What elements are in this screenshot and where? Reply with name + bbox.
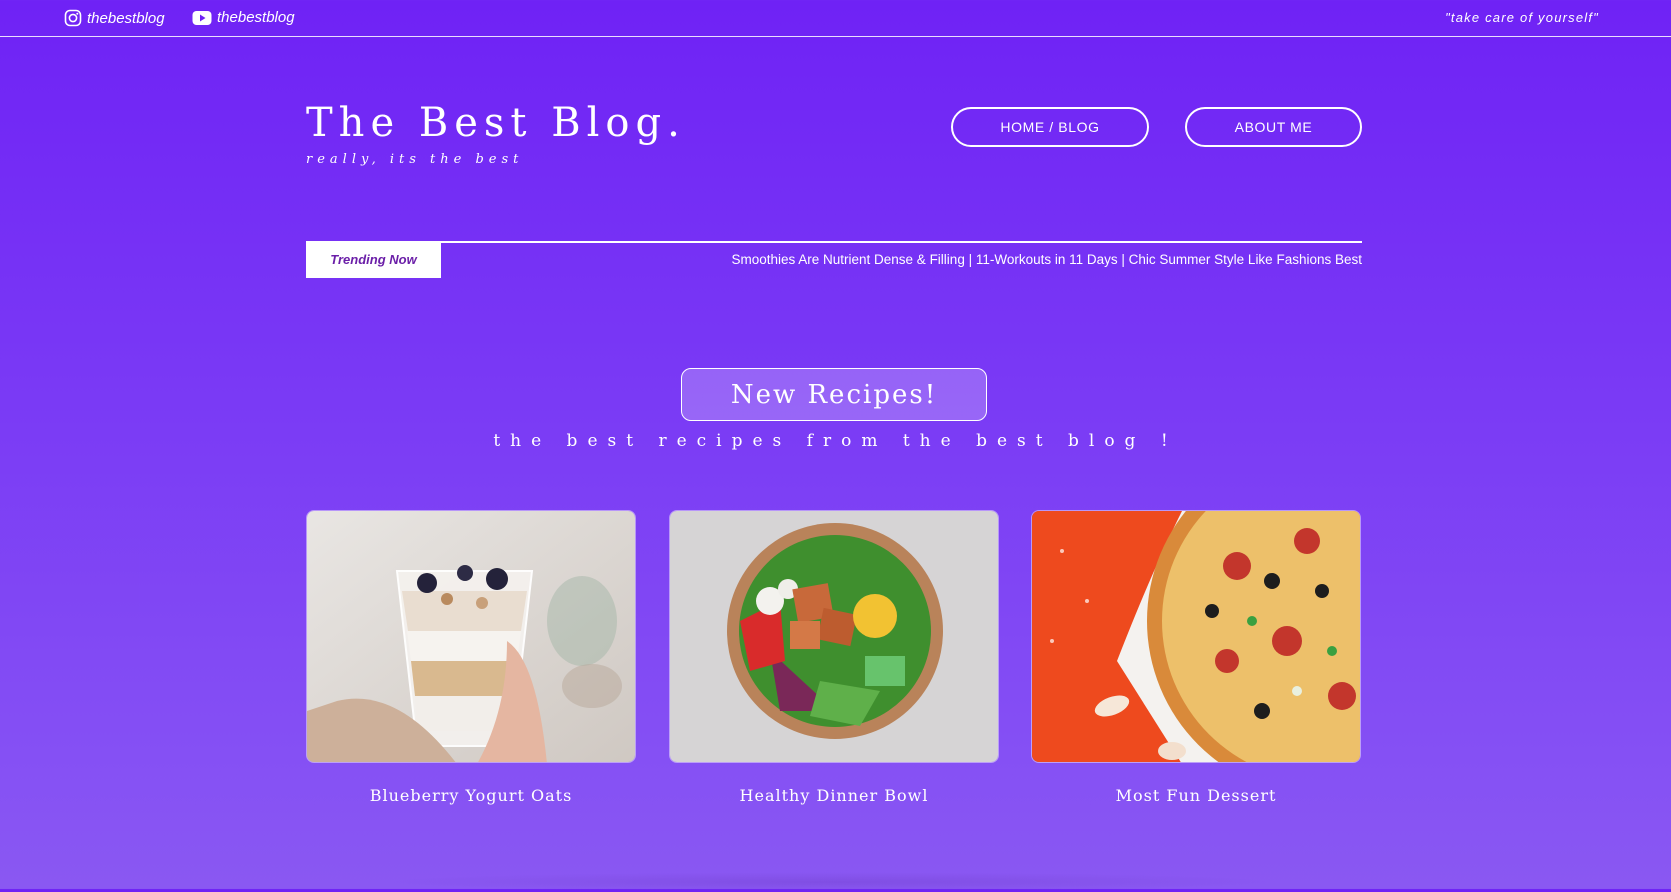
youtube-icon <box>192 10 212 25</box>
trending-headlines[interactable]: Smoothies Are Nutrient Dense & Filling |… <box>731 252 1362 267</box>
trending-badge: Trending Now <box>306 241 441 278</box>
recipe-image-pizza[interactable] <box>1031 510 1361 763</box>
recipes-subtitle: the best recipes from the best blog ! <box>493 431 1178 451</box>
recipe-image-yogurt[interactable] <box>306 510 636 763</box>
section-divider-shadow <box>380 872 1280 892</box>
instagram-link[interactable]: thebestblog <box>64 9 165 27</box>
home-blog-button[interactable]: HOME / BLOG <box>951 107 1149 147</box>
trending-divider <box>306 241 1362 243</box>
top-bar: thebestblog thebestblog "take care of yo… <box>0 0 1671 37</box>
recipe-title[interactable]: Most Fun Dessert <box>1031 786 1361 805</box>
instagram-handle: thebestblog <box>87 9 165 27</box>
youtube-link[interactable]: thebestblog <box>192 9 295 26</box>
site-tagline: really, its the best <box>306 152 524 167</box>
about-me-button[interactable]: ABOUT ME <box>1185 107 1362 147</box>
new-recipes-button[interactable]: New Recipes! <box>681 368 987 421</box>
recipe-image-bowl[interactable] <box>669 510 999 763</box>
header-quote: "take care of yourself" <box>1445 10 1599 25</box>
instagram-icon <box>64 9 82 27</box>
recipe-title[interactable]: Blueberry Yogurt Oats <box>306 786 636 805</box>
site-title[interactable]: The Best Blog. <box>306 100 686 146</box>
youtube-handle: thebestblog <box>217 9 295 26</box>
recipe-title[interactable]: Healthy Dinner Bowl <box>669 786 999 805</box>
